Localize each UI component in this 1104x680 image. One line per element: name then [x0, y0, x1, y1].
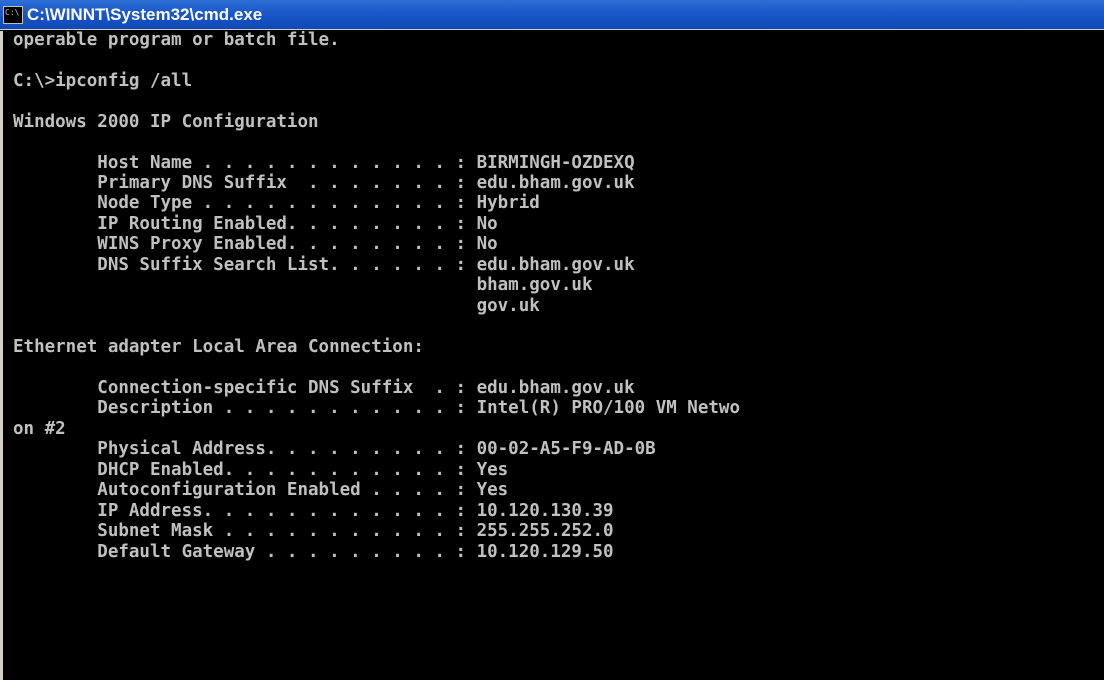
console-line: bham.gov.uk: [13, 275, 593, 295]
console-line: on #2: [13, 419, 66, 439]
console-line: Windows 2000 IP Configuration: [13, 112, 319, 132]
console-line: DHCP Enabled. . . . . . . . . . . : Yes: [13, 460, 509, 480]
console-line: Node Type . . . . . . . . . . . . : Hybr…: [13, 193, 540, 213]
title-bar[interactable]: C:\WINNT\System32\cmd.exe: [0, 0, 1104, 30]
console-line: Host Name . . . . . . . . . . . . : BIRM…: [13, 153, 635, 173]
console-line: Autoconfiguration Enabled . . . . : Yes: [13, 480, 509, 500]
console-line: IP Routing Enabled. . . . . . . . : No: [13, 214, 498, 234]
console-line: gov.uk: [13, 296, 540, 316]
console-output[interactable]: operable program or batch file. C:\>ipco…: [0, 31, 1104, 680]
console-line: Primary DNS Suffix . . . . . . . : edu.b…: [13, 173, 635, 193]
console-line: DNS Suffix Search List. . . . . . : edu.…: [13, 255, 635, 275]
cmd-window: C:\WINNT\System32\cmd.exe operable progr…: [0, 0, 1104, 680]
console-line: Ethernet adapter Local Area Connection:: [13, 337, 424, 357]
console-line: Physical Address. . . . . . . . . : 00-0…: [13, 439, 656, 459]
window-title: C:\WINNT\System32\cmd.exe: [27, 4, 263, 24]
console-app-icon[interactable]: [3, 5, 23, 24]
console-line: Subnet Mask . . . . . . . . . . . : 255.…: [13, 521, 614, 541]
console-line: operable program or batch file.: [13, 31, 340, 50]
console-line: WINS Proxy Enabled. . . . . . . . : No: [13, 234, 498, 254]
console-line: Default Gateway . . . . . . . . . : 10.1…: [13, 542, 614, 562]
console-line: C:\>ipconfig /all: [13, 71, 193, 91]
console-line: Description . . . . . . . . . . . : Inte…: [13, 398, 740, 418]
console-line: IP Address. . . . . . . . . . . . : 10.1…: [13, 501, 614, 521]
console-line: Connection-specific DNS Suffix . : edu.b…: [13, 378, 635, 398]
